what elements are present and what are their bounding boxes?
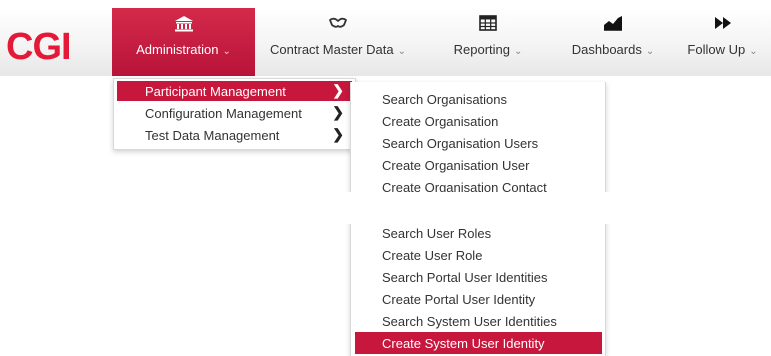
menu-create-system-user-identity[interactable]: Create System User Identity xyxy=(355,332,602,354)
cgi-logo[interactable]: CGI xyxy=(6,28,72,66)
screenshot-gap xyxy=(346,192,610,224)
nav-reporting[interactable]: Reporting ⌄ xyxy=(446,8,530,76)
menu-search-portal-user-identities[interactable]: Search Portal User Identities xyxy=(355,266,602,288)
handshake-icon xyxy=(328,14,348,32)
menu-configuration-management[interactable]: Configuration Management ❯ xyxy=(117,103,352,123)
menu-create-portal-user-identity[interactable]: Create Portal User Identity xyxy=(355,288,602,310)
menu-item-label: Search Portal User Identities xyxy=(382,270,548,285)
nav-follow-up[interactable]: Follow Up ⌄ xyxy=(674,8,771,76)
menu-item-label: Search Organisations xyxy=(382,92,508,107)
fast-forward-icon xyxy=(713,14,733,32)
menu-item-label: Search Organisation Users xyxy=(382,136,539,151)
chevron-right-icon: ❯ xyxy=(332,126,344,142)
area-chart-icon xyxy=(603,14,623,32)
nav-administration-label: Administration xyxy=(136,42,219,57)
nav-dashboards[interactable]: Dashboards ⌄ xyxy=(560,8,666,76)
menu-item-label: Create Portal User Identity xyxy=(382,292,536,307)
menu-item-label: Participant Management xyxy=(145,84,286,99)
menu-test-data-management[interactable]: Test Data Management ❯ xyxy=(117,125,352,145)
chevron-down-icon: ⌄ xyxy=(397,46,406,57)
menu-search-system-user-identities[interactable]: Search System User Identities xyxy=(355,310,602,332)
bank-icon xyxy=(174,14,194,32)
menu-item-label: Create Organisation User xyxy=(382,158,530,173)
nav-dashboards-label: Dashboards xyxy=(571,42,642,57)
menu-create-organisation[interactable]: Create Organisation xyxy=(355,110,602,132)
menu-item-label: Search System User Identities xyxy=(382,314,557,329)
menu-item-label: Create System User Identity xyxy=(382,336,545,351)
nav-contract-master-data-label: Contract Master Data xyxy=(270,42,394,57)
menu-search-organisations[interactable]: Search Organisations xyxy=(355,88,602,110)
nav-reporting-label: Reporting xyxy=(453,42,510,57)
menu-participant-management[interactable]: Participant Management ❯ xyxy=(117,81,352,101)
top-navbar: CGI Administration ⌄ Contract Master Dat… xyxy=(0,8,771,76)
chevron-down-icon: ⌄ xyxy=(222,46,231,57)
chevron-down-icon: ⌄ xyxy=(645,46,655,57)
menu-item-label: Create User Role xyxy=(382,248,483,263)
menu-item-label: Search User Roles xyxy=(382,226,492,241)
menu-item-label: Test Data Management xyxy=(145,128,280,143)
menu-item-label: Configuration Management xyxy=(145,106,302,121)
menu-search-user-roles[interactable]: Search User Roles xyxy=(355,222,602,244)
chevron-down-icon: ⌄ xyxy=(749,46,758,57)
app-root: CGI Administration ⌄ Contract Master Dat… xyxy=(0,0,771,356)
table-icon xyxy=(478,14,498,32)
menu-item-label: Create Organisation xyxy=(382,114,499,129)
chevron-right-icon: ❯ xyxy=(332,82,344,98)
menu-create-user-role[interactable]: Create User Role xyxy=(355,244,602,266)
chevron-down-icon: ⌄ xyxy=(513,46,523,57)
menu-search-organisation-users[interactable]: Search Organisation Users xyxy=(355,132,602,154)
nav-follow-up-label: Follow Up xyxy=(687,42,746,57)
nav-administration[interactable]: Administration ⌄ xyxy=(112,8,255,76)
administration-dropdown: Participant Management ❯ Configuration M… xyxy=(113,78,356,150)
nav-contract-master-data[interactable]: Contract Master Data ⌄ xyxy=(262,8,414,76)
menu-create-organisation-user[interactable]: Create Organisation User xyxy=(355,154,602,176)
chevron-right-icon: ❯ xyxy=(332,104,344,120)
